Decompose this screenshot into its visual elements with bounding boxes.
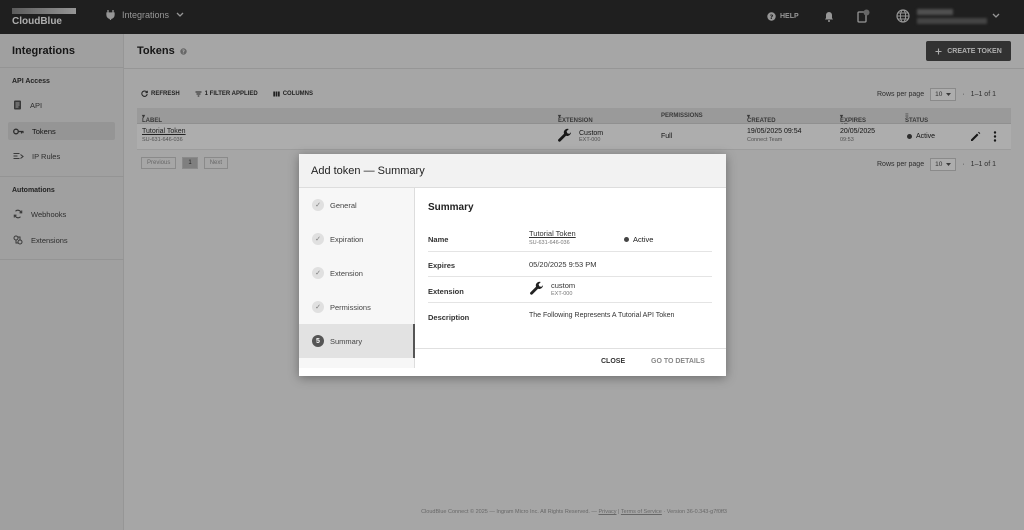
check-icon: ✓ [312,199,324,211]
divider [415,348,726,349]
summary-panel: Summary Name Tutorial Token SU-631-646-0… [428,202,712,322]
wrench-icon [529,281,545,297]
go-to-details-button[interactable]: GO TO DETAILS [651,358,705,365]
step-number: 5 [312,335,324,347]
summary-key: Extension [428,287,464,296]
summary-key: Expires [428,261,456,270]
token-name-link[interactable]: Tutorial Token [529,229,576,238]
summary-key: Name [428,235,449,244]
step-label: Summary [330,336,363,346]
summary-row-name: Name Tutorial Token SU-631-646-036 Activ… [428,226,712,252]
summary-value: 05/20/2025 9:53 PM [529,260,597,269]
check-icon: ✓ [312,267,324,279]
step-summary[interactable]: 5 Summary [299,324,415,358]
step-expiration[interactable]: ✓ Expiration [299,222,415,256]
wizard-steps: ✓ General ✓ Expiration ✓ Extension ✓ Per… [299,188,415,368]
check-icon: ✓ [312,301,324,313]
status-badge: Active [624,235,653,244]
summary-row-description: Description The Following Represents A T… [428,303,712,328]
check-icon: ✓ [312,233,324,245]
summary-row-expires: Expires 05/20/2025 9:53 PM [428,252,712,277]
step-label: General [330,200,357,210]
token-id: SU-631-646-036 [529,240,570,246]
step-extension[interactable]: ✓ Extension [299,256,415,290]
add-token-dialog: Add token — Summary ✓ General ✓ Expirati… [299,154,726,376]
dialog-title: Add token — Summary [311,165,425,177]
status-text: Active [633,235,654,244]
dialog-header: Add token — Summary [299,154,726,188]
step-label: Permissions [330,302,371,312]
summary-value: The Following Represents A Tutorial API … [529,312,675,319]
summary-key: Description [428,313,470,322]
summary-title: Summary [428,202,474,213]
extension-id: EXT-000 [551,291,573,297]
summary-row-extension: Extension custom EXT-000 [428,277,712,303]
step-label: Extension [330,268,363,278]
status-dot [624,237,629,242]
step-permissions[interactable]: ✓ Permissions [299,290,415,324]
close-button[interactable]: CLOSE [601,358,625,365]
step-general[interactable]: ✓ General [299,188,415,222]
extension-name: custom [551,281,576,290]
step-label: Expiration [330,234,364,244]
